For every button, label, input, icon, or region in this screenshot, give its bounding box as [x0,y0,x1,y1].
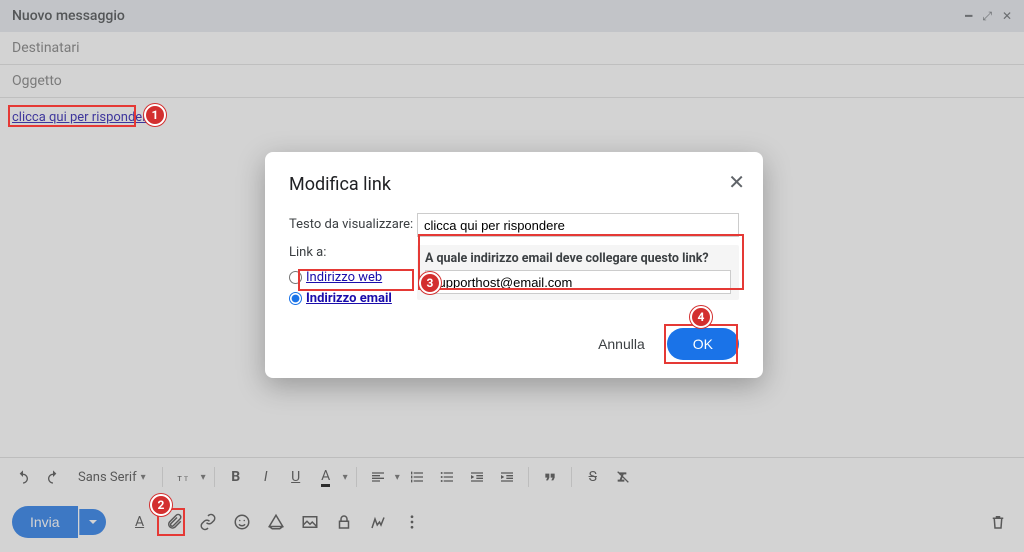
ok-button[interactable]: OK [667,328,739,360]
radio-web-label: Indirizzo web [306,270,382,285]
edit-link-dialog: ✕ Modifica link Testo da visualizzare: L… [265,152,763,378]
radio-email-address[interactable]: Indirizzo email [289,291,417,306]
link-to-label: Link a: [289,245,417,260]
email-question-label: A quale indirizzo email deve collegare q… [425,251,731,266]
email-address-input[interactable] [425,270,731,294]
display-text-input[interactable] [417,213,739,237]
display-text-label: Testo da visualizzare: [289,213,417,232]
radio-web-input[interactable] [289,271,302,284]
radio-email-input[interactable] [289,292,302,305]
close-icon[interactable]: ✕ [728,170,745,194]
email-target-panel: A quale indirizzo email deve collegare q… [417,245,739,300]
radio-web-address[interactable]: Indirizzo web [289,270,417,285]
radio-email-label: Indirizzo email [306,291,392,306]
dialog-title: Modifica link [289,174,739,195]
cancel-button[interactable]: Annulla [588,328,655,360]
